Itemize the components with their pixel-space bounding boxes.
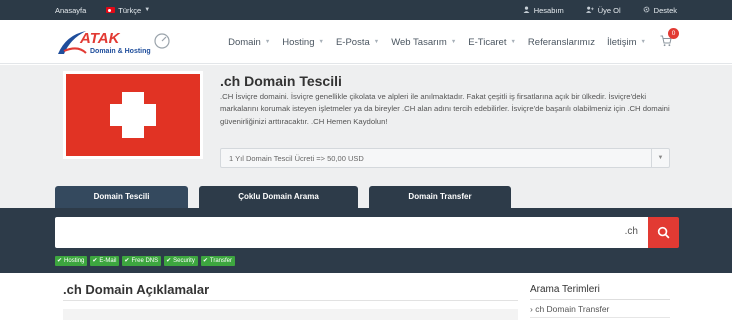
check-icon: ✔ <box>92 258 98 264</box>
cart-button[interactable]: 0 <box>660 28 679 49</box>
nav-domain-label: Domain <box>228 36 261 48</box>
feature-badge: ✔ Free DNS <box>122 256 162 266</box>
signup-label: Üye Ol <box>597 5 621 15</box>
user-icon <box>523 5 530 15</box>
search-icon <box>657 226 670 239</box>
support-link[interactable]: Destek <box>643 6 677 15</box>
content-panel <box>63 309 518 320</box>
support-label: Destek <box>653 5 677 15</box>
domain-search-input[interactable] <box>55 217 615 248</box>
sidebar-item-label: ch Domain Transfer <box>535 304 610 314</box>
feature-badges: ✔ Hosting ✔ E-Mail ✔ Free DNS ✔ Security ✔ Tr… <box>55 256 238 266</box>
top-bar: Anasayfa Türkçe ▼ Hesabım Üye Ol Destek <box>0 0 732 20</box>
signup-link[interactable]: Üye Ol <box>585 5 621 15</box>
nav-eposta-label: E-Posta <box>335 36 370 48</box>
check-icon: ✔ <box>124 258 130 264</box>
chevron-down-icon: ▼ <box>144 7 151 13</box>
check-icon: ✔ <box>57 258 63 264</box>
account-link[interactable]: Hesabım <box>523 6 564 15</box>
divider <box>530 299 670 300</box>
divider <box>530 317 670 318</box>
check-icon: ✔ <box>202 258 208 264</box>
feature-badge: ✔ Security <box>164 256 198 266</box>
nav-web-tasarim-label: Web Tasarım <box>391 36 447 48</box>
nav-hosting[interactable]: Hosting ▼ <box>282 37 324 48</box>
home-link[interactable]: Anasayfa <box>55 6 86 15</box>
domain-search-band: .ch ✔ Hosting ✔ E-Mail ✔ Free DNS ✔ Security… <box>0 208 732 273</box>
language-label: Türkçe <box>118 5 142 15</box>
nav-domain[interactable]: Domain ▼ <box>228 37 270 48</box>
feature-badge: ✔ Hosting <box>55 256 88 266</box>
chevron-down-icon: ▼ <box>510 39 516 45</box>
chevron-down-icon: ▼ <box>651 149 669 167</box>
search-button[interactable] <box>648 217 679 248</box>
language-selector[interactable]: Türkçe ▼ <box>106 6 150 15</box>
sidebar-title: Arama Terimleri <box>530 284 600 295</box>
nav-iletisim[interactable]: İletişim ▼ <box>607 37 646 48</box>
nav-eticaret-label: E-Ticaret <box>468 36 507 48</box>
logo-wordmark: ATAK <box>79 30 121 47</box>
atak-logo[interactable]: ATAK Domain & Hosting <box>56 27 174 57</box>
nav-eticaret[interactable]: E-Ticaret ▼ <box>468 37 516 48</box>
nav-iletisim-label: İletişim <box>606 36 637 48</box>
turkey-flag-icon <box>106 7 116 13</box>
gear-icon <box>643 6 650 15</box>
divider <box>63 300 518 301</box>
domain-description: .CH İsviçre domaini. İsviçre genellikle … <box>220 92 670 126</box>
feature-badge: ✔ Transfer <box>200 256 235 266</box>
nav-eposta[interactable]: E-Posta ▼ <box>336 37 379 48</box>
section-title: .ch Domain Açıklamalar <box>63 282 210 297</box>
account-label: Hesabım <box>533 5 564 15</box>
chevron-down-icon: ▼ <box>640 39 646 45</box>
main-nav: Domain ▼ Hosting ▼ E-Posta ▼ Web Tasarım ▼ E… <box>216 20 679 64</box>
tab-domain-transfer[interactable]: Domain Transfer <box>369 186 511 208</box>
switzerland-flag-image <box>63 71 203 159</box>
user-plus-icon <box>585 6 594 15</box>
page-title: .ch Domain Tescili <box>220 73 342 89</box>
nav-web-tasarim[interactable]: Web Tasarım ▼ <box>391 37 456 48</box>
tab-domain-tescili[interactable]: Domain Tescili <box>55 186 188 208</box>
tld-label: .ch <box>624 226 638 237</box>
chevron-down-icon: ▼ <box>318 39 324 45</box>
chevron-down-icon: ▼ <box>373 39 380 45</box>
cart-count-badge: 0 <box>668 28 679 39</box>
logo-tagline: Domain & Hosting <box>90 48 151 55</box>
check-icon: ✔ <box>166 258 172 264</box>
tab-coklu-domain-arama[interactable]: Çoklu Domain Arama <box>199 186 358 208</box>
chevron-down-icon: ▼ <box>450 39 457 45</box>
nav-hosting-label: Hosting <box>282 36 315 48</box>
price-period-select[interactable]: 1 Yıl Domain Tescil Ücreti => 50,00 USD … <box>220 148 670 168</box>
main-header: ATAK Domain & Hosting Domain ▼ Hosting ▼ E… <box>0 20 732 64</box>
sidebar-item-ch-domain-transfer[interactable]: › ch Domain Transfer <box>530 304 609 314</box>
feature-badge: ✔ E-Mail <box>90 256 120 266</box>
nav-referanslar[interactable]: Referanslarımız <box>528 37 595 48</box>
price-select-value: 1 Yıl Domain Tescil Ücreti => 50,00 USD <box>229 154 364 163</box>
domain-search-box: .ch <box>55 217 648 248</box>
nav-referanslar-label: Referanslarımız <box>527 36 595 48</box>
chevron-down-icon: ▼ <box>264 39 271 45</box>
